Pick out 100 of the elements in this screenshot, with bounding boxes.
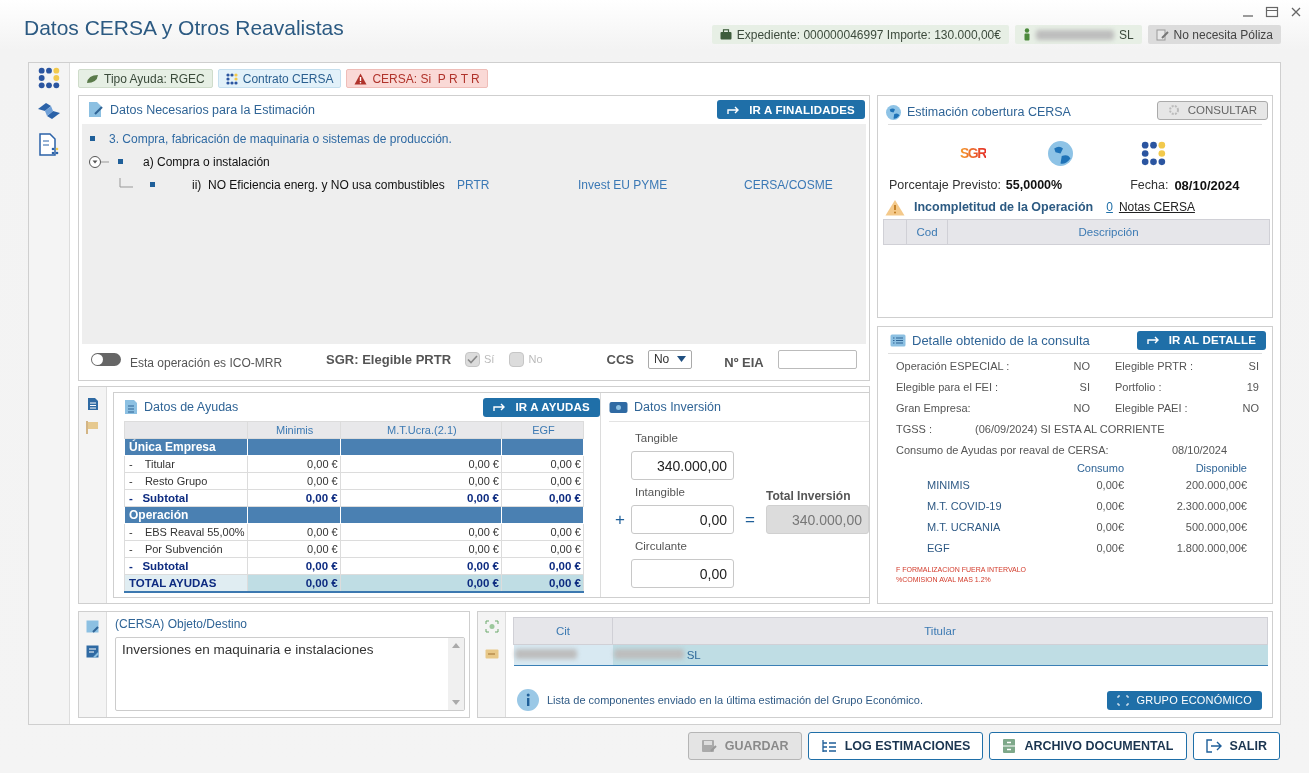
scan-icon [1116, 694, 1129, 706]
column-header: Minimis [247, 421, 341, 439]
info-badge: SL [1014, 25, 1142, 44]
column-header: Cit [513, 617, 613, 645]
flag-icon [86, 421, 99, 434]
table-cell: 0,00 € [247, 557, 341, 575]
bullet-icon [118, 159, 123, 164]
table-cell-text: SL [685, 649, 701, 661]
footer-button[interactable]: SALIR [1192, 732, 1280, 760]
checkbox[interactable] [465, 351, 481, 367]
column-header: Titular [612, 617, 1268, 645]
checkbox-label: No [528, 353, 543, 365]
flag-label: PRTR [457, 177, 491, 192]
exit-icon [1205, 739, 1222, 753]
table-cell-text: 0,00€ [1095, 478, 1124, 493]
panel-title: Datos de Ayudas [144, 400, 239, 414]
table-cell: - Titular [124, 455, 248, 473]
footer-button[interactable]: ARCHIVO DOCUMENTAL [989, 732, 1187, 760]
field-value: 55,0000% [1005, 178, 1063, 192]
input-field[interactable]: 0,00 [631, 559, 734, 588]
toggle-label: Esta operación es ICO-MRR [130, 356, 283, 370]
column-header: Disponible [1194, 462, 1247, 475]
arrow-icon [1146, 335, 1161, 345]
finalidades-button[interactable]: IR A FINALIDADES [717, 100, 865, 119]
field-value: 19 [1246, 380, 1259, 395]
notes-link[interactable]: Notas CERSA [1118, 200, 1195, 214]
detail-button[interactable]: IR AL DETALLE [1136, 330, 1266, 350]
field-label: Portfolio : [1115, 380, 1162, 395]
field-label: Nº EIA [724, 354, 764, 370]
note-icon [86, 645, 99, 658]
tag: Contrato CERSA [217, 69, 342, 88]
table-cell: - Resto Grupo [124, 472, 248, 490]
input-field[interactable] [777, 349, 857, 369]
checkbox-label: Sí [484, 353, 495, 365]
field-value: NO [1073, 359, 1090, 374]
column-header [883, 219, 907, 245]
field-value: 08/10/2024 [1172, 443, 1228, 458]
field-value: SI [1079, 380, 1090, 395]
info-badge: No necesita Póliza [1147, 25, 1281, 44]
leaf-icon [86, 73, 99, 84]
table-cell-text: 1.800.000,00€ [1175, 541, 1247, 556]
bullet-icon [150, 182, 155, 187]
table-cell-text: M.T. UCRANIA [927, 520, 1002, 535]
list-icon [890, 333, 906, 347]
tree-icon [820, 739, 837, 753]
blurred-text [613, 649, 684, 659]
dropdown[interactable]: No [647, 349, 693, 369]
checkbox[interactable] [509, 351, 525, 367]
save-icon [700, 739, 717, 753]
field-label: TGSS : [896, 422, 934, 437]
scan-icon [484, 620, 499, 633]
field-label: Fecha: [1130, 178, 1169, 192]
notes-count-link[interactable]: 0 [1106, 200, 1113, 214]
table-cell: - EBS Reaval 55,00% [124, 523, 248, 541]
table-cell: 0,00 € [501, 489, 584, 507]
table-cell-text: MINIMIS [927, 478, 971, 493]
tree-item[interactable]: a) Compra o instalación [143, 154, 270, 169]
sgr-logo: SGR [960, 145, 986, 161]
field-label: Intangible [634, 485, 686, 500]
table-cell: 0,00 € [247, 540, 341, 558]
tree-item[interactable]: 3. Compra, fabricación de maquinaria o sistemas de producción. [109, 131, 452, 146]
tree-item[interactable]: ii) NO Eficiencia energ. y NO usa combustibles [192, 177, 457, 192]
table-cell-text: 0,00€ [1095, 520, 1124, 535]
flag-label: CERSA/COSME [744, 177, 833, 192]
input-field[interactable]: 0,00 [631, 505, 734, 534]
globe-icon [1047, 140, 1073, 166]
column-header: EGF [501, 421, 584, 439]
document-icon [37, 133, 61, 157]
field-value: SI [1248, 359, 1259, 374]
table-cell: 0,00 € [340, 540, 502, 558]
list-icon [124, 399, 138, 415]
table-cell: 0,00 € [501, 523, 584, 541]
table-cell: 0,00 € [501, 540, 584, 558]
edit-icon [1155, 28, 1169, 41]
flag-label: Invest EU PYME [578, 177, 669, 192]
field-label: Gran Empresa: [896, 401, 971, 416]
warning-icon [354, 72, 368, 85]
field-label: Consumo de Ayudas por reaval de CERSA: [896, 443, 1110, 458]
grupo-button[interactable]: GRUPO ECONÓMICO [1106, 690, 1262, 710]
tag: Tipo Ayuda: RGEC [78, 69, 213, 88]
cabinet-icon [1002, 738, 1017, 754]
table-cell-text: EGF [927, 541, 951, 556]
column-header: Cod [906, 219, 948, 245]
table-cell: 0,00 € [501, 455, 584, 473]
gear-icon [1167, 104, 1180, 116]
blurred-text [514, 649, 577, 659]
toggle-switch[interactable] [91, 352, 121, 366]
table-cell: - Por Subvención [124, 540, 248, 558]
input-field[interactable]: 340.000,00 [631, 451, 734, 480]
field-label: Porcentaje Previsto: [889, 178, 1001, 192]
ayudas-button[interactable]: IR A AYUDAS [483, 397, 600, 417]
expand-toggle-icon[interactable] [88, 154, 110, 169]
grid-icon [1140, 140, 1166, 166]
panel-title: Datos Inversión [634, 400, 721, 414]
maximize-icon[interactable] [1265, 5, 1279, 19]
close-icon[interactable] [1289, 5, 1303, 19]
scrollbar[interactable] [448, 638, 464, 710]
footer-button[interactable]: LOG ESTIMACIONES [807, 732, 984, 760]
grid-icon [225, 72, 238, 85]
table-cell: 0,00 € [340, 455, 502, 473]
